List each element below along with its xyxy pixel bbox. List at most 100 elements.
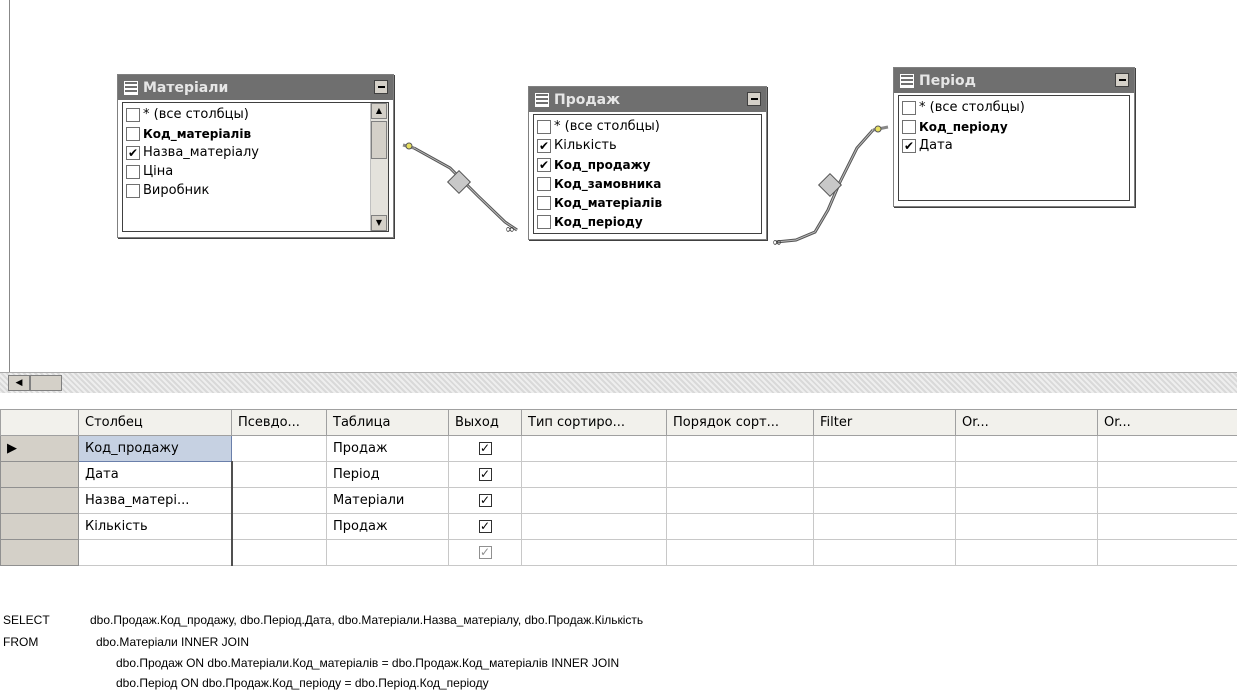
column-checkbox[interactable] (537, 214, 551, 229)
column-checkbox[interactable] (126, 164, 140, 179)
cell-or-1[interactable] (955, 461, 1098, 488)
cell-or-1[interactable] (955, 487, 1098, 514)
column-row[interactable]: Код_матеріалів (534, 193, 761, 212)
cell-table[interactable] (326, 539, 449, 566)
cell-sort-type[interactable] (521, 487, 667, 514)
grid-row[interactable]: Дата Період ✓ (0, 461, 1237, 488)
header-or-2[interactable]: Or... (1097, 409, 1237, 436)
cell-or-1[interactable] (955, 539, 1098, 566)
cell-sort-type[interactable] (521, 435, 667, 462)
cell-column[interactable] (78, 539, 233, 566)
table-period[interactable]: Період * (все столбцы) Код_періоду ✔ Дат… (893, 67, 1135, 207)
cell-sort-order[interactable] (666, 513, 814, 540)
row-selector[interactable]: ▶ (0, 435, 79, 462)
column-row[interactable]: Код_замовника (534, 174, 761, 193)
column-row[interactable]: * (все столбцы) (899, 98, 1129, 117)
row-selector[interactable] (0, 487, 79, 514)
grid-row[interactable]: Назва_матері... Матеріали ✓ (0, 487, 1237, 514)
scroll-thumb[interactable] (371, 121, 387, 159)
output-checkbox[interactable]: ✓ (478, 494, 492, 507)
table-vertical-scrollbar[interactable]: ▲ ▼ (370, 103, 388, 231)
column-row[interactable]: * (все столбцы) (123, 105, 368, 124)
header-or-1[interactable]: Or... (955, 409, 1098, 436)
table-sales-header[interactable]: Продаж (529, 87, 766, 112)
scroll-up-arrow-icon[interactable]: ▲ (371, 103, 387, 119)
cell-column[interactable]: Код_продажу (78, 435, 232, 462)
cell-or-2[interactable] (1097, 513, 1237, 540)
cell-table[interactable]: Продаж (326, 435, 449, 462)
table-sales[interactable]: Продаж * (все столбцы) ✔ Кількість ✔ Код… (528, 86, 767, 240)
column-row[interactable]: Код_матеріалів (123, 124, 368, 143)
header-alias[interactable]: Псевдо... (231, 409, 327, 436)
cell-alias[interactable] (231, 461, 327, 488)
scroll-left-arrow-icon[interactable]: ◀ (8, 375, 30, 391)
output-checkbox[interactable]: ✓ (478, 546, 492, 559)
cell-sort-order[interactable] (666, 539, 814, 566)
header-filter[interactable]: Filter (813, 409, 956, 436)
table-period-header[interactable]: Період (894, 68, 1134, 93)
cell-or-2[interactable] (1097, 461, 1237, 488)
header-sort-order[interactable]: Порядок сорт... (666, 409, 814, 436)
column-checkbox[interactable] (537, 119, 551, 134)
column-checkbox[interactable]: ✔ (537, 138, 551, 153)
column-row[interactable]: ✔ Код_продажу (534, 155, 761, 174)
criteria-grid[interactable]: Столбец Псевдо... Таблица Выход Тип сорт… (0, 409, 1237, 566)
cell-column[interactable]: Назва_матері... (78, 487, 233, 514)
cell-filter[interactable] (813, 539, 956, 566)
cell-sort-type[interactable] (521, 539, 667, 566)
table-materials[interactable]: Матеріали * (все столбцы) Код_матеріалів… (117, 74, 394, 238)
cell-table[interactable]: Матеріали (326, 487, 449, 514)
column-checkbox[interactable]: ✔ (126, 145, 140, 160)
minimize-button[interactable] (1115, 73, 1129, 87)
cell-or-2[interactable] (1097, 435, 1237, 462)
column-row[interactable]: ✔ Кількість (534, 136, 761, 155)
column-row[interactable]: Виробник (123, 181, 368, 200)
diagram-horizontal-scrollbar[interactable]: ◀ (0, 372, 1237, 393)
column-row[interactable]: * (все столбцы) (534, 117, 761, 136)
column-row[interactable]: Код_періоду (534, 212, 761, 231)
minimize-button[interactable] (747, 92, 761, 106)
cell-sort-order[interactable] (666, 487, 814, 514)
cell-alias[interactable] (231, 487, 327, 514)
column-checkbox[interactable] (537, 176, 551, 191)
minimize-button[interactable] (374, 80, 388, 94)
sql-pane[interactable]: SELECT dbo.Продаж.Код_продажу, dbo.Періо… (0, 610, 1237, 693)
column-checkbox[interactable] (902, 119, 916, 134)
cell-filter[interactable] (813, 461, 956, 488)
cell-table[interactable]: Період (326, 461, 449, 488)
relationship-materials-sales[interactable]: ∞ (402, 142, 518, 236)
row-selector[interactable] (0, 461, 79, 488)
header-column[interactable]: Столбец (78, 409, 232, 436)
output-checkbox[interactable]: ✓ (478, 442, 492, 455)
cell-output[interactable]: ✓ (448, 539, 522, 566)
cell-output[interactable]: ✓ (448, 435, 522, 462)
column-row[interactable]: ✔ Назва_матеріалу (123, 143, 368, 162)
scroll-down-arrow-icon[interactable]: ▼ (371, 215, 387, 231)
column-checkbox[interactable] (126, 183, 140, 198)
row-selector[interactable] (0, 539, 79, 566)
column-checkbox[interactable]: ✔ (537, 157, 551, 172)
header-output[interactable]: Выход (448, 409, 522, 436)
column-row[interactable]: Ціна (123, 162, 368, 181)
cell-output[interactable]: ✓ (448, 487, 522, 514)
column-row[interactable]: Код_періоду (899, 117, 1129, 136)
cell-filter[interactable] (813, 487, 956, 514)
column-checkbox[interactable] (537, 195, 551, 210)
cell-column[interactable]: Кількість (78, 513, 233, 540)
output-checkbox[interactable]: ✓ (478, 520, 492, 533)
column-checkbox[interactable]: ✔ (902, 138, 916, 153)
scroll-thumb[interactable] (30, 375, 62, 391)
header-table[interactable]: Таблица (326, 409, 449, 436)
cell-sort-order[interactable] (666, 435, 814, 462)
diagram-pane[interactable]: ∞ ∞ Матеріали * (все столбцы) Код_матері… (0, 0, 1237, 372)
output-checkbox[interactable]: ✓ (478, 468, 492, 481)
cell-alias[interactable] (231, 513, 327, 540)
cell-or-1[interactable] (955, 435, 1098, 462)
relationship-period-sales[interactable]: ∞ (772, 125, 889, 249)
cell-or-2[interactable] (1097, 487, 1237, 514)
header-sort-type[interactable]: Тип сортиро... (521, 409, 667, 436)
table-materials-header[interactable]: Матеріали (118, 75, 393, 100)
cell-sort-type[interactable] (521, 461, 667, 488)
cell-table[interactable]: Продаж (326, 513, 449, 540)
cell-or-2[interactable] (1097, 539, 1237, 566)
